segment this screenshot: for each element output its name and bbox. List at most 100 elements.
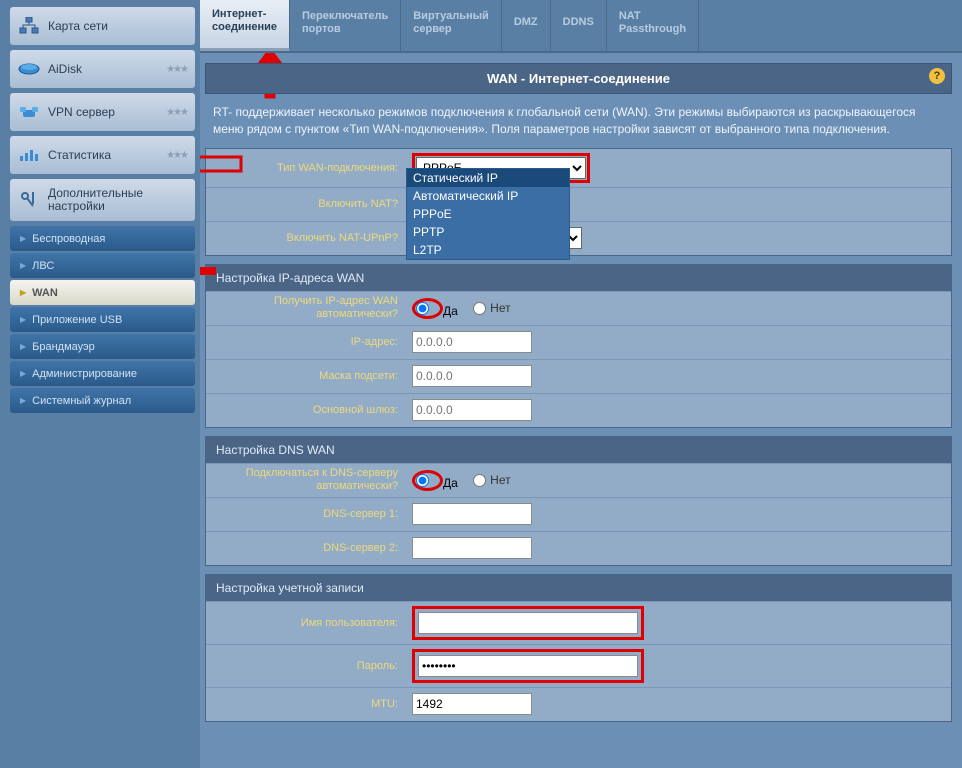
mtu-input[interactable] — [412, 693, 532, 715]
tab-ddns[interactable]: DDNS — [551, 0, 607, 51]
ip-auto-yes[interactable] — [416, 302, 429, 315]
no-label: Нет — [490, 473, 510, 487]
sub-label: Приложение USB — [32, 314, 122, 326]
sidebar-label: Карта сети — [48, 19, 108, 33]
ip-settings: Настройка IP-адреса WAN Получить IP-адре… — [205, 264, 952, 428]
sub-admin[interactable]: ▶ Администрирование — [10, 361, 195, 386]
ip-auto-label: Получить IP-адрес WAN автоматически? — [206, 295, 406, 321]
option-auto[interactable]: Автоматический IP — [407, 187, 569, 205]
gw-input[interactable] — [412, 399, 532, 421]
tab-internet[interactable]: Интернет- соединение — [200, 0, 290, 51]
dns-auto-no[interactable]: Нет — [473, 473, 510, 487]
option-l2tp[interactable]: L2TP — [407, 241, 569, 259]
stars-icon: ★★★ — [166, 107, 187, 118]
sidebar-label: VPN сервер — [48, 105, 115, 119]
password-input[interactable] — [418, 655, 638, 677]
ip-section-header: Настройка IP-адреса WAN — [206, 265, 951, 291]
sub-usb[interactable]: ▶ Приложение USB — [10, 307, 195, 332]
mtu-label: MTU: — [206, 698, 406, 710]
vpn-icon — [18, 101, 40, 123]
gw-label: Основной шлюз: — [206, 404, 406, 416]
option-pptp[interactable]: PPTP — [407, 223, 569, 241]
tools-icon — [18, 189, 40, 211]
sidebar-advanced[interactable]: Дополнительные настройки — [10, 179, 195, 221]
option-static[interactable]: Статический IP — [407, 169, 569, 187]
tab-label: DDNS — [563, 16, 594, 29]
account-settings: Настройка учетной записи Имя пользовател… — [205, 574, 952, 722]
no-label: Нет — [490, 301, 510, 315]
sidebar-label: AiDisk — [48, 62, 82, 76]
annotation-highlight — [412, 606, 644, 640]
sidebar-aidisk[interactable]: AiDisk ★★★ — [10, 50, 195, 88]
sidebar-stats[interactable]: Статистика ★★★ — [10, 136, 195, 174]
dns-section-header: Настройка DNS WAN — [206, 437, 951, 463]
sub-wan[interactable]: ▶WAN — [10, 280, 195, 305]
wan-type-label: Тип WAN-подключения: — [206, 162, 406, 174]
content: WAN - Интернет-соединение ? RT- поддержи… — [200, 53, 962, 768]
bullet-icon: ▶ — [20, 288, 26, 297]
ip-auto-no[interactable]: Нет — [473, 301, 510, 315]
tab-label: Интернет- соединение — [212, 8, 277, 34]
sidebar-submenu: ▶Беспроводная ▶ЛВС ▶WAN ▶Приложение USB … — [10, 226, 195, 413]
dns1-input[interactable] — [412, 503, 532, 525]
user-label: Имя пользователя: — [206, 617, 406, 629]
ip-input[interactable] — [412, 331, 532, 353]
basic-settings: Тип WAN-подключения: PPPoE Статический I… — [205, 148, 952, 256]
tab-label: Виртуальный сервер — [413, 10, 489, 36]
aidisk-icon — [18, 58, 40, 80]
radio-yes[interactable] — [416, 474, 429, 487]
sub-label: Системный журнал — [32, 395, 131, 407]
dns2-label: DNS-сервер 2: — [206, 542, 406, 554]
sub-label: Администрирование — [32, 368, 137, 380]
annotation-highlight — [412, 649, 644, 683]
mask-label: Маска подсети: — [206, 370, 406, 382]
dns-settings: Настройка DNS WAN Подключаться к DNS-сер… — [205, 436, 952, 566]
username-input[interactable] — [418, 612, 638, 634]
tab-dmz[interactable]: DMZ — [502, 0, 551, 51]
tab-nat-pass[interactable]: NAT Passthrough — [607, 0, 699, 51]
sub-wireless[interactable]: ▶Беспроводная — [10, 226, 195, 251]
sidebar-vpn[interactable]: VPN сервер ★★★ — [10, 93, 195, 131]
stats-icon — [18, 144, 40, 166]
page-title: WAN - Интернет-соединение — [487, 71, 670, 86]
option-pppoe[interactable]: PPPoE — [407, 205, 569, 223]
page-title-bar: WAN - Интернет-соединение ? — [205, 63, 952, 94]
bullet-icon: ▶ — [20, 369, 26, 378]
network-map-icon — [18, 15, 40, 37]
sub-lan[interactable]: ▶ ЛВС — [10, 253, 195, 278]
page-description: RT- поддерживает несколько режимов подкл… — [205, 94, 952, 148]
sidebar-label: Статистика — [48, 148, 111, 162]
yes-label: Да — [443, 304, 458, 318]
dns-auto-label: Подключаться к DNS-серверу автоматически… — [206, 467, 406, 493]
pass-label: Пароль: — [206, 660, 406, 672]
dns-auto-yes[interactable] — [416, 474, 429, 487]
main-area: Интернет- соединение Переключатель порто… — [200, 0, 962, 768]
tab-virtual-server[interactable]: Виртуальный сервер — [401, 0, 502, 51]
sub-label: ЛВС — [32, 260, 54, 272]
bullet-icon: ▶ — [20, 315, 26, 324]
sub-syslog[interactable]: ▶ Системный журнал — [10, 388, 195, 413]
mask-input[interactable] — [412, 365, 532, 387]
tab-label: NAT Passthrough — [619, 10, 686, 36]
radio-no[interactable] — [473, 474, 486, 487]
sub-label: Брандмауэр — [32, 341, 95, 353]
dns2-input[interactable] — [412, 537, 532, 559]
sidebar-network-map[interactable]: Карта сети — [10, 7, 195, 45]
ip-label: IP-адрес: — [206, 336, 406, 348]
radio-no[interactable] — [473, 302, 486, 315]
wan-type-dropdown[interactable]: Статический IP Автоматический IP PPPoE P… — [406, 168, 570, 260]
sidebar: Карта сети AiDisk ★★★ VPN сервер ★★★ Ста… — [0, 0, 200, 768]
tab-port-trigger[interactable]: Переключатель портов — [290, 0, 401, 51]
sub-firewall[interactable]: ▶Брандмауэр — [10, 334, 195, 359]
tab-label: DMZ — [514, 16, 538, 29]
dns1-label: DNS-сервер 1: — [206, 508, 406, 520]
acct-section-header: Настройка учетной записи — [206, 575, 951, 601]
bullet-icon: ▶ — [20, 396, 26, 405]
tab-label: Переключатель портов — [302, 10, 388, 36]
stars-icon: ★★★ — [166, 150, 187, 161]
radio-yes[interactable] — [416, 302, 429, 315]
annotation-highlight — [412, 298, 443, 319]
yes-label: Да — [443, 476, 458, 490]
help-icon[interactable]: ? — [929, 68, 945, 84]
bullet-icon: ▶ — [20, 261, 26, 270]
